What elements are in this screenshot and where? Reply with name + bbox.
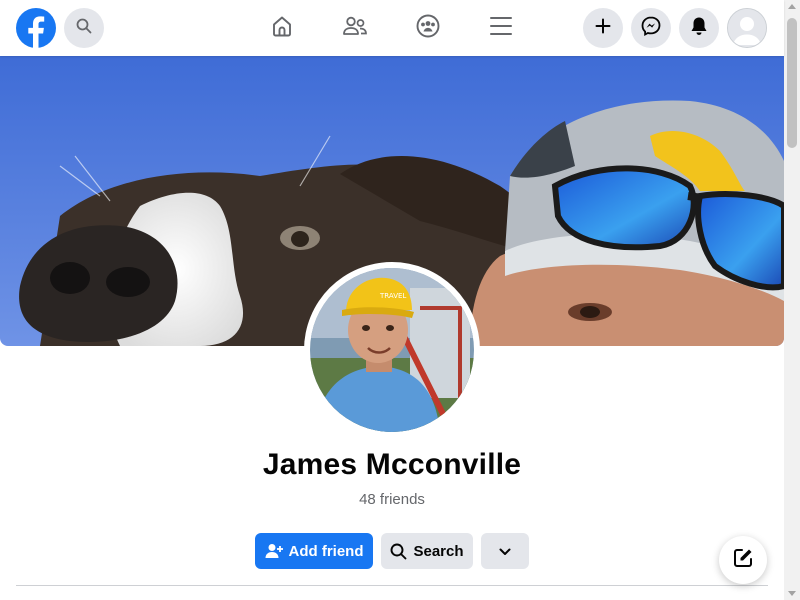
facebook-logo-icon[interactable]: [16, 8, 56, 48]
profile-picture-frame[interactable]: TRAVEL: [304, 262, 480, 438]
compose-message-button[interactable]: [719, 536, 767, 584]
messenger-icon: [641, 16, 661, 41]
create-button[interactable]: [583, 8, 623, 48]
search-profile-button[interactable]: Search: [381, 533, 473, 569]
search-icon: [76, 18, 92, 39]
groups-icon: [415, 13, 441, 44]
more-options-button[interactable]: [481, 533, 529, 569]
svg-text:TRAVEL: TRAVEL: [379, 292, 406, 300]
search-label: Search: [413, 542, 464, 560]
plus-icon: [595, 18, 611, 39]
account-avatar[interactable]: [727, 8, 767, 48]
tab-home[interactable]: [254, 8, 310, 48]
home-icon: [270, 14, 294, 43]
add-friend-button[interactable]: Add friend: [255, 533, 373, 569]
section-divider: [16, 585, 768, 586]
menu-icon: [490, 16, 512, 41]
notifications-button[interactable]: [679, 8, 719, 48]
messenger-button[interactable]: [631, 8, 671, 48]
tab-friends[interactable]: [327, 8, 383, 48]
avatar-icon: [728, 9, 766, 47]
top-navigation-bar: [0, 0, 784, 56]
page-scrollbar[interactable]: [784, 0, 800, 600]
friends-icon: [342, 14, 368, 43]
tab-menu[interactable]: [473, 8, 529, 48]
profile-picture[interactable]: TRAVEL: [310, 268, 474, 432]
bell-icon: [690, 16, 708, 41]
scroll-down-icon[interactable]: [788, 591, 796, 596]
search-icon: [390, 543, 407, 560]
compose-icon: [732, 547, 754, 574]
search-button[interactable]: [64, 8, 104, 48]
tab-groups[interactable]: [400, 8, 456, 48]
scroll-up-icon[interactable]: [788, 4, 796, 9]
scroll-thumb[interactable]: [787, 18, 797, 148]
add-friend-icon: [265, 543, 283, 559]
chevron-down-icon: [499, 543, 511, 560]
profile-name: James Mcconville: [262, 448, 522, 481]
friends-count[interactable]: 48 friends: [0, 491, 784, 508]
add-friend-label: Add friend: [288, 542, 364, 560]
